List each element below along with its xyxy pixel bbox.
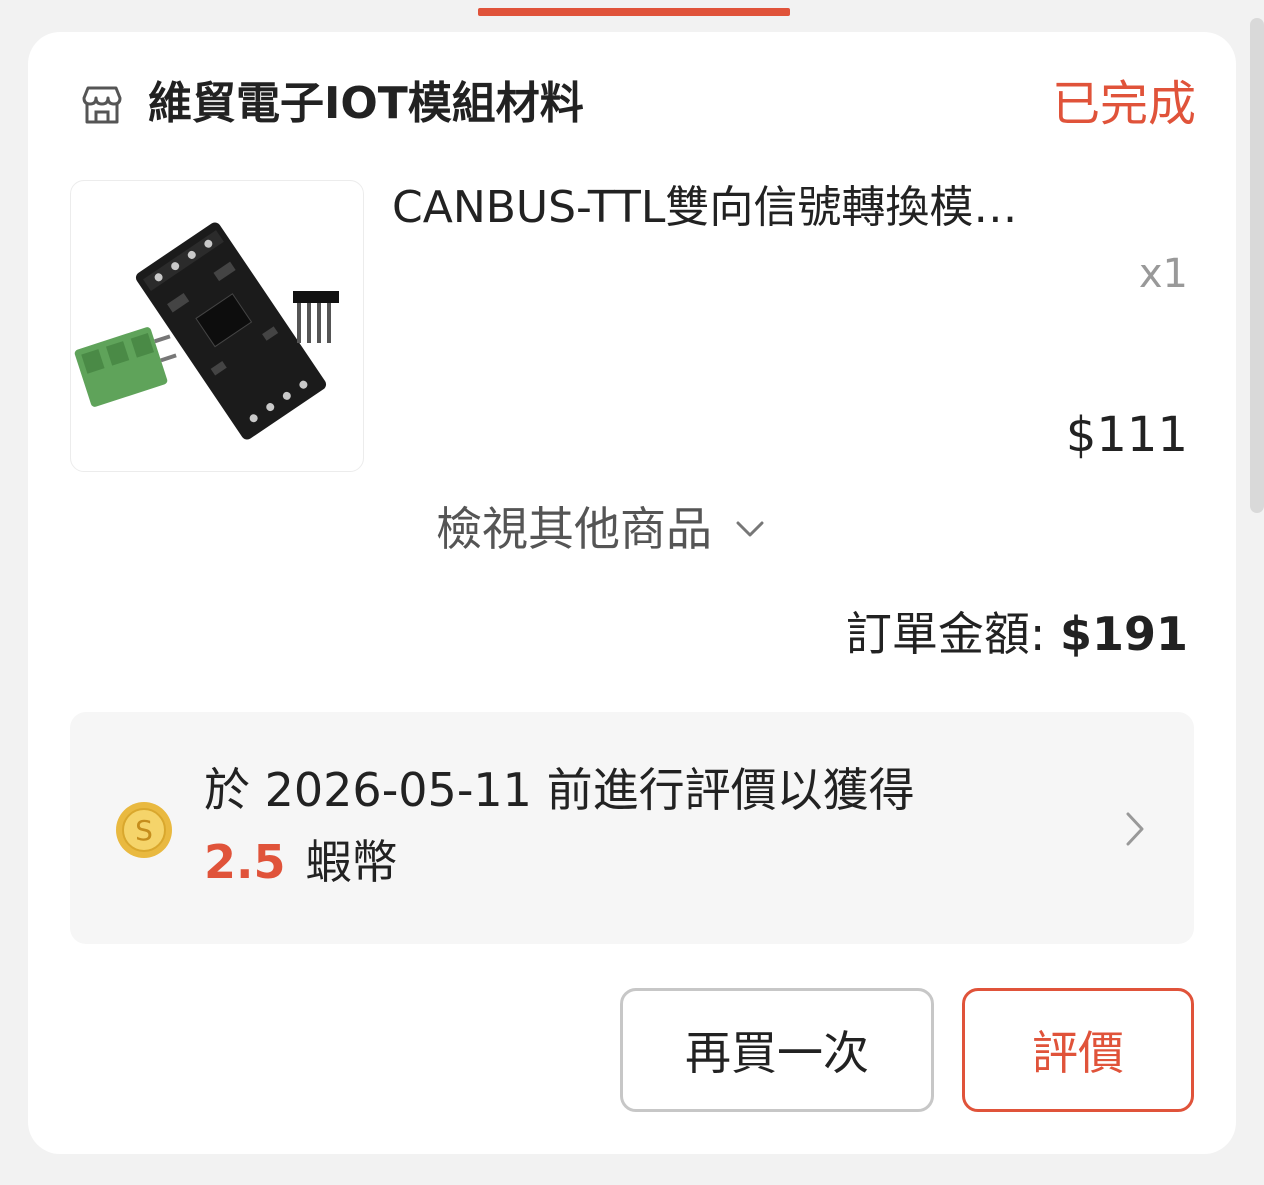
order-total-amount: $191 xyxy=(1059,607,1188,661)
product-quantity: x1 xyxy=(1138,251,1188,297)
view-more-items[interactable]: 檢視其他商品 xyxy=(436,494,770,564)
shop-icon xyxy=(82,86,122,124)
order-total: 訂單金額: $191 xyxy=(846,602,1188,666)
review-reward-text: 2.5 蝦幣 xyxy=(204,830,398,894)
product-price: $111 xyxy=(1065,407,1188,463)
review-deadline-text: 於 2026-05-11 前進行評價以獲得 xyxy=(204,763,915,817)
shop-header[interactable]: 維貿電子IOT模組材料 已完成 xyxy=(78,74,1196,134)
buy-again-button[interactable]: 再買一次 xyxy=(620,988,934,1112)
shop-name[interactable]: 維貿電子IOT模組材料 xyxy=(148,74,584,134)
chevron-right-icon xyxy=(1126,812,1144,846)
chevron-down-icon xyxy=(736,521,764,537)
order-status: 已完成 xyxy=(1051,76,1196,132)
reward-coin-amount: 2.5 xyxy=(204,835,286,889)
order-total-label: 訂單金額: xyxy=(845,607,1060,661)
review-reward-banner[interactable]: S 於 2026-05-11 前進行評價以獲得 2.5 蝦幣 xyxy=(70,712,1194,944)
product-thumbnail[interactable] xyxy=(70,180,364,472)
product-title[interactable]: CANBUS-TTL雙向信號轉換模… xyxy=(392,180,1192,236)
coin-icon: S xyxy=(116,802,172,858)
scrollbar[interactable] xyxy=(1250,18,1264,513)
active-tab-indicator xyxy=(478,8,790,16)
canbus-module-thumbnail xyxy=(74,222,339,440)
svg-text:S: S xyxy=(135,814,153,847)
order-card: 維貿電子IOT模組材料 已完成 CANBUS-TTL雙向信號轉換模… x1 $1… xyxy=(28,32,1236,1154)
rate-button[interactable]: 評價 xyxy=(962,988,1194,1112)
view-more-label: 檢視其他商品 xyxy=(436,502,712,556)
reward-coin-unit: 蝦幣 xyxy=(305,835,398,889)
